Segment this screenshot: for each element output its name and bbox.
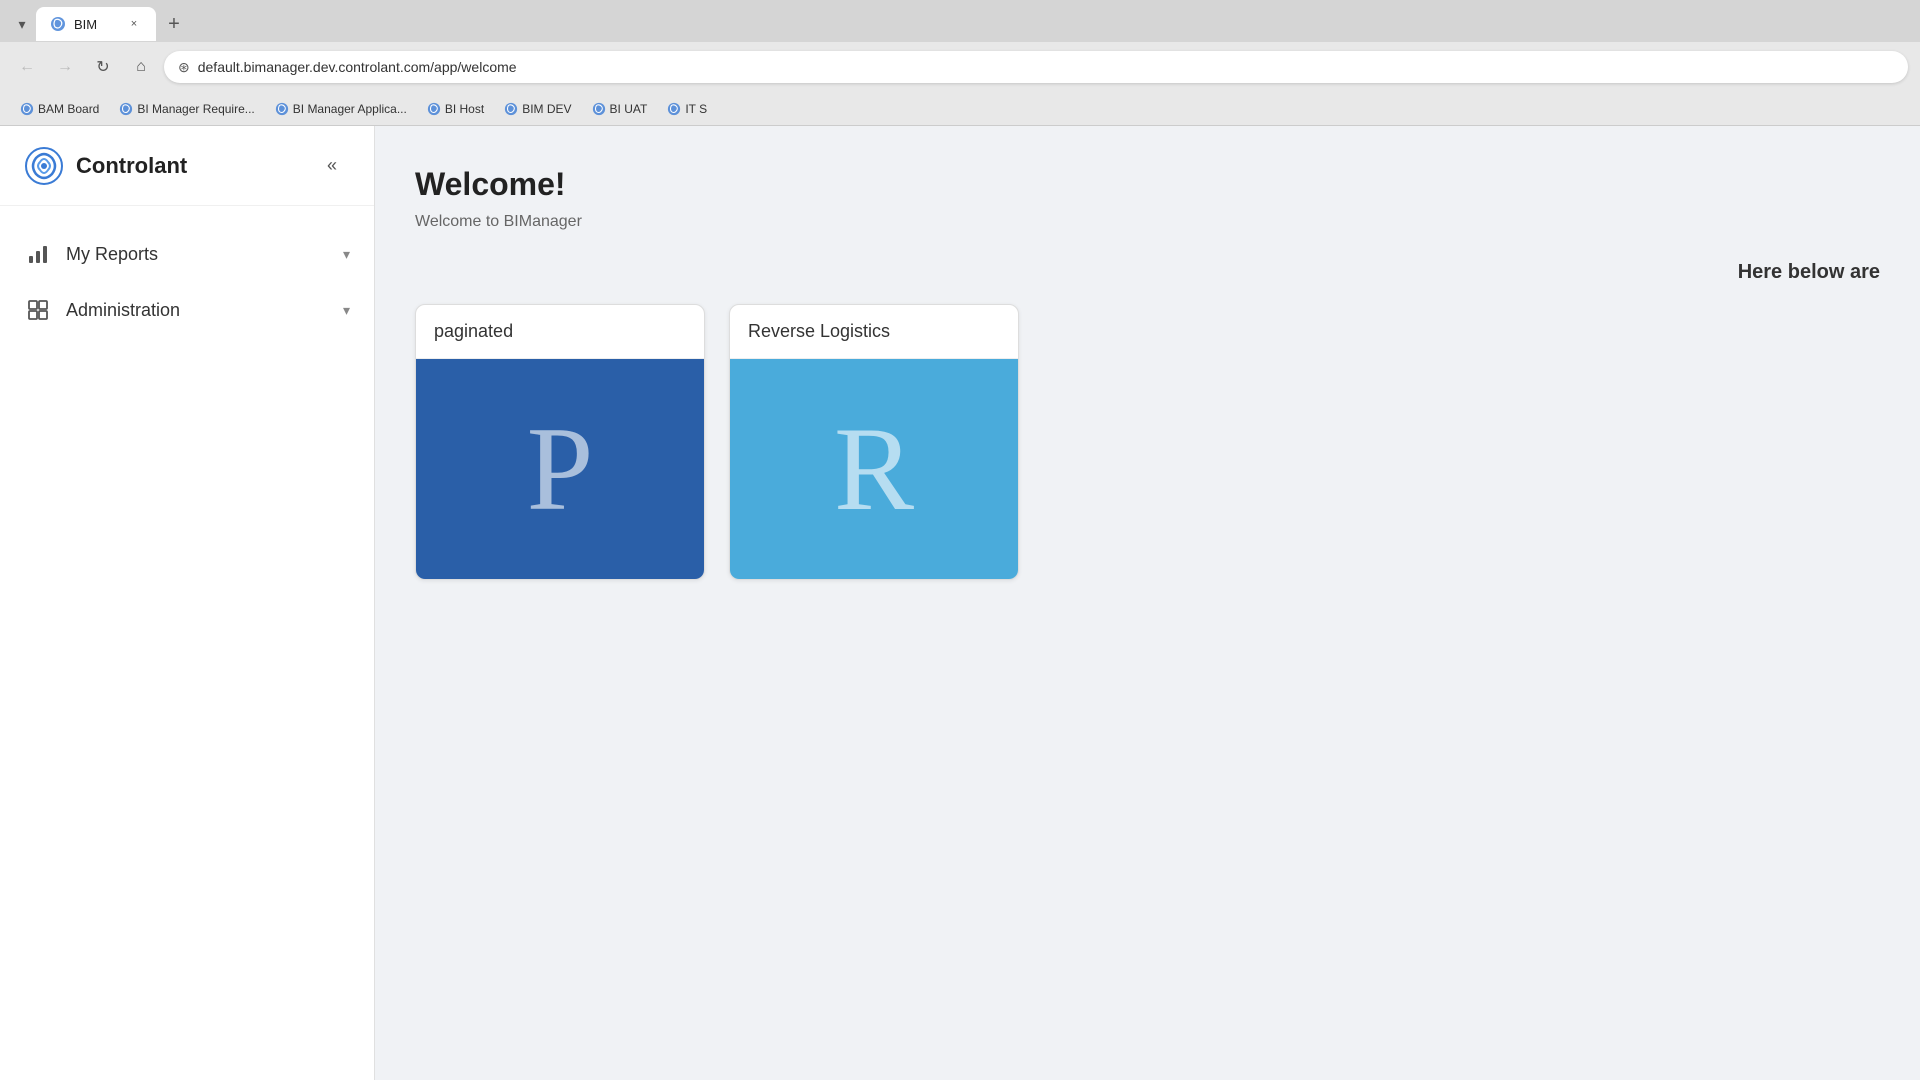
reload-button[interactable]: ↻ [88, 52, 118, 82]
logo-text: Controlant [76, 153, 187, 179]
bookmark-favicon-host [427, 102, 441, 116]
card-letter-p: P [527, 409, 594, 529]
sidebar-nav: My Reports ▾ Administration [0, 206, 374, 358]
sidebar: Controlant « My Reports [0, 126, 375, 1080]
bookmark-bi-manager-req[interactable]: BI Manager Require... [111, 99, 262, 119]
controlant-logo-icon [24, 146, 64, 186]
logo-area: Controlant [24, 146, 187, 186]
tab-close-button[interactable]: × [126, 16, 142, 32]
card-title-reverse-logistics: Reverse Logistics [730, 305, 1018, 359]
app-container: Controlant « My Reports [0, 126, 1920, 1080]
bookmark-bi-host[interactable]: BI Host [419, 99, 492, 119]
home-button[interactable]: ⌂ [126, 52, 156, 82]
chevron-down-icon-admin: ▾ [343, 302, 350, 319]
sidebar-header: Controlant « [0, 126, 374, 206]
browser-chrome: ▾ BIM × + ← → ↻ ⌂ ⊛ default.bimanager.de… [0, 0, 1920, 126]
tab-favicon [50, 16, 66, 32]
chart-icon [24, 240, 52, 268]
card-title-paginated: paginated [416, 305, 704, 359]
bookmark-label: BAM Board [38, 102, 99, 116]
bookmark-favicon-its [667, 102, 681, 116]
welcome-title: Welcome! [415, 166, 1880, 203]
sidebar-item-label-my-reports: My Reports [66, 244, 158, 265]
welcome-panel: Welcome! Welcome to BIManager Here below… [375, 126, 1920, 620]
grid-icon [24, 296, 52, 324]
sidebar-item-administration[interactable]: Administration ▾ [0, 282, 374, 338]
welcome-subtitle: Welcome to BIManager [415, 213, 1880, 231]
bookmark-bim-dev[interactable]: BIM DEV [496, 99, 579, 119]
chevron-down-icon-reports: ▾ [343, 246, 350, 263]
bookmark-label: BI UAT [610, 102, 648, 116]
tab-dropdown[interactable]: ▾ [8, 10, 36, 38]
address-bar: ← → ↻ ⌂ ⊛ default.bimanager.dev.controla… [0, 42, 1920, 92]
card-body-reverse-logistics: R [730, 359, 1018, 579]
bookmark-bam-board[interactable]: BAM Board [12, 99, 107, 119]
bookmarks-bar: BAM Board BI Manager Require... BI Manag… [0, 92, 1920, 126]
bookmark-label: BI Manager Applica... [293, 102, 407, 116]
bookmark-it-s[interactable]: IT S [659, 99, 715, 119]
tab-title: BIM [74, 17, 118, 32]
sidebar-collapse-button[interactable]: « [314, 148, 350, 184]
bookmark-label: BIM DEV [522, 102, 571, 116]
address-input[interactable]: ⊛ default.bimanager.dev.controlant.com/a… [164, 51, 1908, 83]
bookmark-favicon-bam [20, 102, 34, 116]
new-tab-button[interactable]: + [160, 10, 188, 38]
address-url: default.bimanager.dev.controlant.com/app… [198, 59, 517, 75]
bookmark-label: BI Manager Require... [137, 102, 254, 116]
bookmark-favicon-req [119, 102, 133, 116]
main-content: Welcome! Welcome to BIManager Here below… [375, 126, 1920, 1080]
card-letter-r: R [834, 409, 914, 529]
bookmark-bi-uat[interactable]: BI UAT [584, 99, 656, 119]
sidebar-item-my-reports[interactable]: My Reports ▾ [0, 226, 374, 282]
back-button[interactable]: ← [12, 52, 42, 82]
bookmark-favicon-dev [504, 102, 518, 116]
report-card-paginated[interactable]: paginated P [415, 304, 705, 580]
bookmark-label: BI Host [445, 102, 484, 116]
sidebar-item-label-administration: Administration [66, 300, 180, 321]
bookmark-favicon-uat [592, 102, 606, 116]
tab-bar: ▾ BIM × + [0, 0, 1920, 42]
bookmark-bi-manager-app[interactable]: BI Manager Applica... [267, 99, 415, 119]
bookmark-favicon-app [275, 102, 289, 116]
browser-tab-active[interactable]: BIM × [36, 7, 156, 41]
forward-button[interactable]: → [50, 52, 80, 82]
card-body-paginated: P [416, 359, 704, 579]
cards-row: paginated P Reverse Logistics R [415, 304, 1880, 580]
secure-icon: ⊛ [178, 59, 190, 76]
report-card-reverse-logistics[interactable]: Reverse Logistics R [729, 304, 1019, 580]
bookmark-label: IT S [685, 102, 707, 116]
here-below-text: Here below are [415, 261, 1880, 284]
